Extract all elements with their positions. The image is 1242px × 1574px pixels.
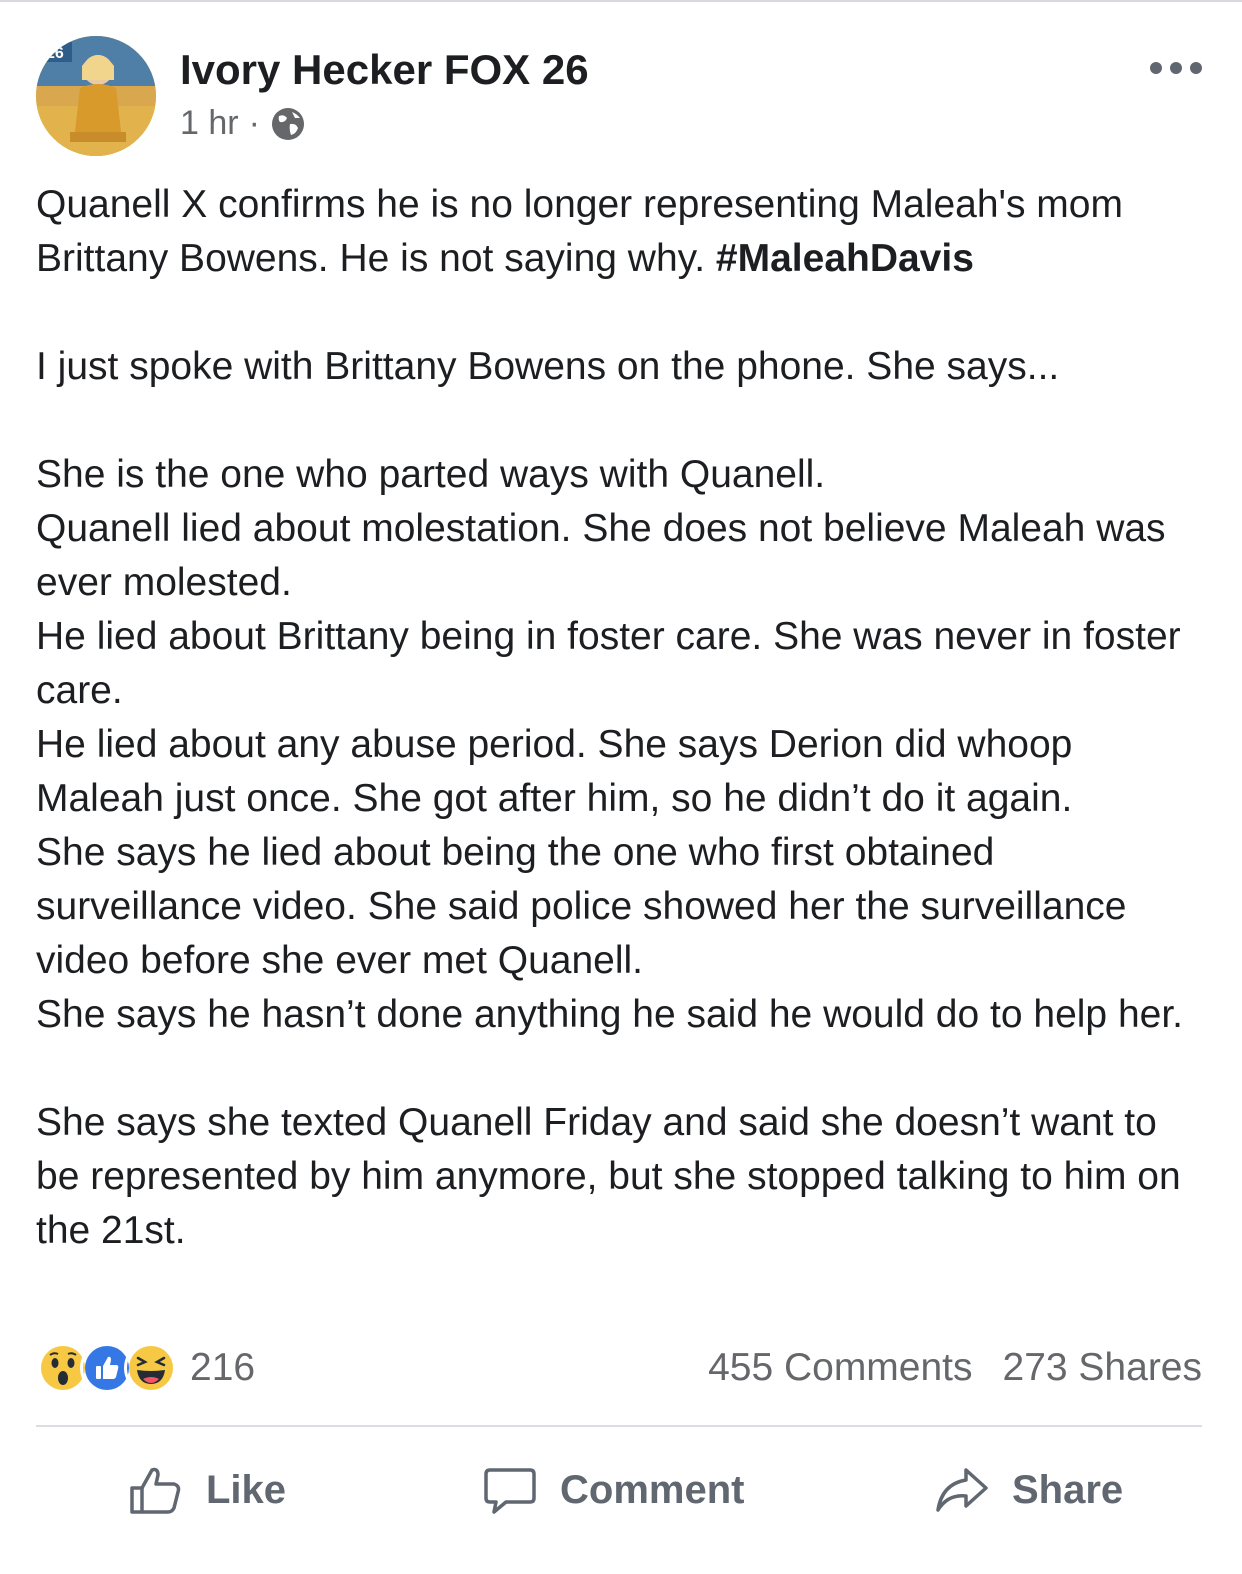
post-body: Quanell X confirms he is no longer repre… <box>36 178 1206 1258</box>
engagement-counts: 216 455 Comments 273 Shares <box>36 1340 1202 1396</box>
comment-label: Comment <box>560 1467 745 1512</box>
reaction-count: 216 <box>190 1346 256 1389</box>
share-arrow-icon <box>936 1468 988 1512</box>
post-paragraph: I just spoke with Brittany Bowens on the… <box>36 345 1060 388</box>
post-line: She says he lied about being the one who… <box>36 831 1127 982</box>
meta-separator: · <box>248 104 260 142</box>
action-divider <box>36 1425 1202 1427</box>
thumbs-up-icon <box>130 1467 181 1514</box>
comments-shares: 455 Comments 273 Shares <box>708 1340 1202 1396</box>
more-options-button[interactable] <box>1150 58 1202 78</box>
more-dot-icon <box>1190 62 1202 74</box>
post-meta: 1 hr · <box>180 104 306 143</box>
avatar[interactable]: 26 <box>36 36 156 156</box>
post-time[interactable]: 1 hr <box>180 104 239 143</box>
avatar-badge: 26 <box>46 45 64 62</box>
like-label: Like <box>206 1467 287 1512</box>
hashtag-link[interactable]: #MaleahDavis <box>716 237 974 280</box>
like-button[interactable]: Like <box>128 1450 286 1530</box>
post-line: He lied about Brittany being in foster c… <box>36 615 1181 712</box>
avatar-image: 26 <box>36 36 156 156</box>
more-dot-icon <box>1150 62 1162 74</box>
comment-bubble-icon <box>484 1468 536 1514</box>
post-line: She is the one who parted ways with Quan… <box>36 453 826 496</box>
top-divider <box>0 0 1242 2</box>
comment-button[interactable]: Comment <box>482 1450 744 1530</box>
action-bar: Like Comment Share <box>36 1450 1202 1530</box>
globe-icon <box>271 107 304 140</box>
more-dot-icon <box>1170 62 1182 74</box>
author-name[interactable]: Ivory Hecker FOX 26 <box>180 46 589 94</box>
post-paragraph: She says she texted Quanell Friday and s… <box>36 1101 1181 1252</box>
post-line: He lied about any abuse period. She says… <box>36 723 1073 820</box>
share-label: Share <box>1012 1467 1124 1512</box>
reactions-summary[interactable]: 216 <box>36 1340 255 1396</box>
shares-count[interactable]: 273 Shares <box>1003 1346 1202 1390</box>
post-header: 26 Ivory Hecker FOX 26 1 hr · <box>36 36 1206 158</box>
comments-count[interactable]: 455 Comments <box>708 1346 972 1390</box>
post-line: She says he hasn’t done anything he said… <box>36 993 1183 1036</box>
share-button[interactable]: Share <box>934 1450 1123 1530</box>
haha-icon <box>124 1341 178 1395</box>
post-paragraph: Quanell X confirms he is no longer repre… <box>36 178 1206 286</box>
post-line: Quanell lied about molestation. She does… <box>36 507 1166 604</box>
